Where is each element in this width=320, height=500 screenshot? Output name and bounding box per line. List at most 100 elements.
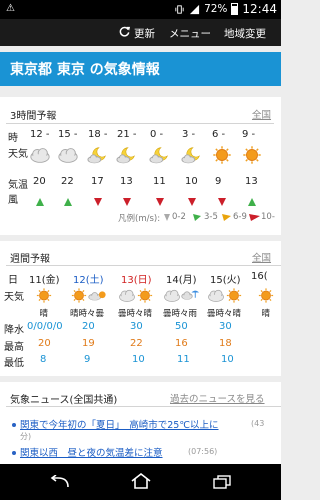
wind-arrow-icon <box>36 192 44 211</box>
divider <box>6 265 281 266</box>
wind-arrow-icon <box>123 192 131 211</box>
wind-arrow-icon <box>156 192 164 211</box>
forecast-temp: 13 <box>245 176 258 187</box>
forecast-temp: 13 <box>120 176 133 187</box>
news-item-2[interactable]: 関東以西 昼と夜の気温差に注意 <box>20 445 163 459</box>
weekly-date: 14(月) <box>166 275 197 286</box>
wind-arrow-icon <box>218 192 226 211</box>
vibrate-icon <box>175 4 184 14</box>
refresh-button[interactable]: 更新 <box>134 26 155 41</box>
weekly-weather-desc: 曇時々晴 <box>207 309 242 319</box>
cloudy-icon <box>207 287 225 304</box>
refresh-icon[interactable] <box>118 25 131 38</box>
weekly-high: 16 <box>175 338 188 349</box>
wind-legend-range-4: 10- <box>261 212 275 222</box>
weekly-date: 11(金) <box>29 275 60 286</box>
past-news-link[interactable]: 過去のニュースを見る <box>170 391 265 405</box>
weekly-weather-desc: 曇時々雨 <box>163 309 198 319</box>
weekly-title: 週間予報 <box>10 254 50 265</box>
wind-legend-range-3: 6-9 <box>233 212 247 222</box>
list-bullet <box>12 423 16 427</box>
wind-legend-arrow-strong-icon <box>249 214 260 221</box>
forecast-time: 0 - <box>150 129 164 140</box>
weekly-precip: 30 <box>130 321 143 332</box>
row-label-weather: 天気 <box>8 149 28 160</box>
row-label-temp: 気温 <box>8 180 28 191</box>
cloudy-icon <box>163 287 181 304</box>
forecast-time: 3 - <box>182 129 196 140</box>
weekly-low: 10 <box>221 354 234 365</box>
page-title: 東京都 東京 の気象情報 <box>0 52 281 86</box>
forecast-time: 18 - <box>88 129 108 140</box>
weekly-all-link[interactable]: 全国 <box>252 250 271 264</box>
moon-cloud-icon <box>87 145 109 165</box>
back-icon[interactable] <box>50 475 70 489</box>
recent-apps-icon[interactable] <box>213 475 231 489</box>
forecast-temp: 10 <box>185 176 198 187</box>
weekly-high: 20 <box>38 338 51 349</box>
cloud-rain-icon <box>181 287 199 304</box>
status-bar: ⚠ 72% 12:44 <box>0 0 281 19</box>
wind-legend-label: 凡例(m/s): <box>118 214 161 224</box>
weekly-forecast-card: 週間予報 全国 日 天気 降水 最高 最低 11(金) 晴 0/0/0/0 20 8 12… <box>0 241 281 376</box>
news-card: 気象ニュース(全国共通) 過去のニュースを見る 関東で今年初の「夏日」 高崎市で… <box>0 382 281 464</box>
row-label-day: 日 <box>8 275 18 286</box>
news-item-1[interactable]: 関東で今年初の「夏日」 高崎市で25℃以上に <box>20 417 219 431</box>
wind-arrow-icon <box>94 192 102 211</box>
news-item-2-time: (07:56) <box>188 447 218 456</box>
region-change-button[interactable]: 地域変更 <box>224 26 266 41</box>
sunny-icon <box>211 145 233 165</box>
weekly-date: 15(火) <box>210 275 241 286</box>
row-label-low: 最低 <box>4 358 24 369</box>
three-hour-title: 3時間予報 <box>10 111 57 122</box>
forecast-temp: 20 <box>33 176 46 187</box>
sunny-icon <box>70 287 88 304</box>
navigation-bar <box>0 464 281 500</box>
home-icon[interactable] <box>130 473 152 489</box>
moon-cloud-icon <box>181 145 203 165</box>
row-label-time: 時 <box>8 133 18 144</box>
weekly-low: 8 <box>40 354 47 365</box>
weekly-weather-desc: 晴 <box>261 309 271 319</box>
weekly-precip: 30 <box>219 321 232 332</box>
menu-button[interactable]: メニュー <box>169 26 211 41</box>
battery-percent: 72% <box>204 3 228 15</box>
weekly-low: 9 <box>84 354 91 365</box>
forecast-time: 6 - <box>212 129 226 140</box>
cloudy-icon <box>29 145 51 165</box>
sunny-icon <box>136 287 154 304</box>
forecast-temp: 22 <box>61 176 74 187</box>
sunny-icon <box>35 287 53 304</box>
weekly-date: 13(日) <box>121 275 152 286</box>
list-bullet <box>12 451 16 455</box>
row-label-high: 最高 <box>4 342 24 353</box>
row-label-weather: 天気 <box>4 292 24 303</box>
status-icons: 72% 12:44 <box>174 2 277 16</box>
forecast-time: 21 - <box>117 129 137 140</box>
forecast-temp: 17 <box>91 176 104 187</box>
cloudy-icon <box>118 287 136 304</box>
forecast-time: 9 - <box>242 129 256 140</box>
battery-icon <box>231 3 239 15</box>
weekly-high: 19 <box>82 338 95 349</box>
weekly-high: 22 <box>130 338 143 349</box>
sunny-icon <box>241 145 263 165</box>
weekly-date: 12(土) <box>73 275 104 286</box>
forecast-temp: 9 <box>215 176 222 187</box>
forecast-temp: 11 <box>153 176 166 187</box>
signal-icon <box>189 4 200 14</box>
weekly-low: 10 <box>132 354 145 365</box>
weekly-weather-desc: 晴 <box>39 309 49 319</box>
three-hour-all-link[interactable]: 全国 <box>252 107 271 121</box>
weekly-weather-desc: 曇時々晴 <box>118 309 153 319</box>
weekly-weather-desc: 晴時々曇 <box>70 309 105 319</box>
wind-legend-arrow-mid-icon <box>222 214 231 221</box>
sunny-icon <box>225 287 243 304</box>
news-title: 気象ニュース(全国共通) <box>10 395 118 406</box>
wind-arrow-icon <box>64 192 72 211</box>
weekly-low: 11 <box>177 354 190 365</box>
wind-legend-range-2: 3-5 <box>204 212 218 222</box>
action-bar: 更新 メニュー 地域変更 <box>0 19 281 46</box>
sunny-icon <box>257 287 275 304</box>
clock: 12:44 <box>242 2 277 16</box>
